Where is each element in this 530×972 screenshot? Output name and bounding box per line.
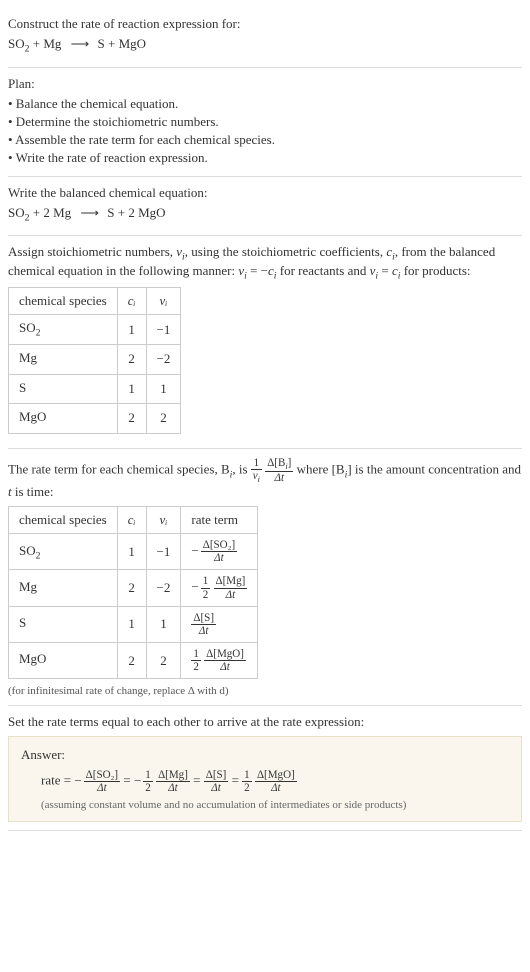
cell-c: 2 [117,570,146,606]
table-row: Mg 2 −2 −12 Δ[Mg]Δt [9,570,258,606]
rate-term-section: The rate term for each chemical species,… [8,449,522,707]
cell-c: 1 [117,315,146,345]
unbalanced-equation: SO2 + Mg ⟶ S + MgO [8,36,522,55]
cell-species: Mg [9,344,118,374]
frac-one-over-nu: 1 νi [251,457,262,484]
rate-term-note: (for infinitesimal rate of change, repla… [8,685,522,697]
table-row: Mg 2 −2 [9,344,181,374]
cell-species: Mg [9,570,118,606]
plan-list: • Balance the chemical equation. • Deter… [8,96,522,166]
eq-lhs: SO [8,36,25,51]
rate-label: rate = [41,773,74,788]
cell-nu: 1 [146,606,181,642]
th-species: chemical species [9,507,118,534]
cell-c: 2 [117,344,146,374]
final-section: Set the rate terms equal to each other t… [8,706,522,830]
cell-species: SO2 [9,534,118,570]
table-header-row: chemical species cᵢ νᵢ [9,288,181,315]
th-species: chemical species [9,288,118,315]
answer-note: (assuming constant volume and no accumul… [41,799,509,811]
cell-nu: 2 [146,643,181,679]
rate-term-table: chemical species cᵢ νᵢ rate term SO2 1 −… [8,506,258,679]
answer-label: Answer: [21,747,509,763]
answer-expression: rate = −Δ[SO₂]Δt = −12 Δ[Mg]Δt = Δ[S]Δt … [41,769,509,794]
cell-nu: −2 [146,344,181,374]
cell-nu: 2 [146,404,181,434]
balanced-title: Write the balanced chemical equation: [8,185,522,201]
cell-c: 2 [117,643,146,679]
cell-species: S [9,606,118,642]
balanced-section: Write the balanced chemical equation: SO… [8,177,522,237]
table-row: MgO 2 2 12 Δ[MgO]Δt [9,643,258,679]
stoich-section: Assign stoichiometric numbers, νi, using… [8,236,522,449]
table-header-row: chemical species cᵢ νᵢ rate term [9,507,258,534]
beq-part1: SO [8,205,25,220]
cell-rate-term: Δ[S]Δt [181,606,258,642]
th-ci: cᵢ [117,288,146,315]
prompt-title: Construct the rate of reaction expressio… [8,16,522,32]
stoich-table: chemical species cᵢ νᵢ SO2 1 −1 Mg 2 −2 … [8,287,181,433]
final-title: Set the rate terms equal to each other t… [8,714,522,730]
cell-c: 2 [117,404,146,434]
cell-species: MgO [9,404,118,434]
table-row: SO2 1 −1 −Δ[SO₂]Δt [9,534,258,570]
plan-item: • Write the rate of reaction expression. [8,150,522,166]
table-row: SO2 1 −1 [9,315,181,345]
table-row: MgO 2 2 [9,404,181,434]
eq-arrow: ⟶ [71,36,89,51]
frac-dbi-dt: Δ[Bi] Δt [265,457,293,484]
cell-species: MgO [9,643,118,679]
plan-item: • Balance the chemical equation. [8,96,522,112]
cell-nu: −2 [146,570,181,606]
balanced-equation: SO2 + 2 Mg ⟶ S + 2 MgO [8,205,522,224]
eq-plus1: + Mg [30,36,65,51]
beq-arrow: ⟶ [80,205,98,220]
th-nui: νᵢ [146,288,181,315]
cell-species: SO2 [9,315,118,345]
cell-nu: −1 [146,534,181,570]
th-nui: νᵢ [146,507,181,534]
prompt-section: Construct the rate of reaction expressio… [8,8,522,68]
answer-box: Answer: rate = −Δ[SO₂]Δt = −12 Δ[Mg]Δt =… [8,736,522,821]
th-ci: cᵢ [117,507,146,534]
cell-nu: −1 [146,315,181,345]
plan-section: Plan: • Balance the chemical equation. •… [8,68,522,177]
th-rate-term: rate term [181,507,258,534]
plan-item: • Assemble the rate term for each chemic… [8,132,522,148]
cell-c: 1 [117,374,146,404]
table-row: S 1 1 [9,374,181,404]
cell-rate-term: −Δ[SO₂]Δt [181,534,258,570]
rate-term-intro: The rate term for each chemical species,… [8,457,522,500]
plan-item: • Determine the stoichiometric numbers. [8,114,522,130]
beq-part3: S + 2 MgO [104,205,166,220]
stoich-intro: Assign stoichiometric numbers, νi, using… [8,244,522,281]
cell-species: S [9,374,118,404]
cell-rate-term: −12 Δ[Mg]Δt [181,570,258,606]
cell-c: 1 [117,534,146,570]
cell-rate-term: 12 Δ[MgO]Δt [181,643,258,679]
cell-nu: 1 [146,374,181,404]
table-row: S 1 1 Δ[S]Δt [9,606,258,642]
eq-rhs: S + MgO [94,36,146,51]
beq-part2: + 2 Mg [30,205,75,220]
cell-c: 1 [117,606,146,642]
plan-title: Plan: [8,76,522,92]
